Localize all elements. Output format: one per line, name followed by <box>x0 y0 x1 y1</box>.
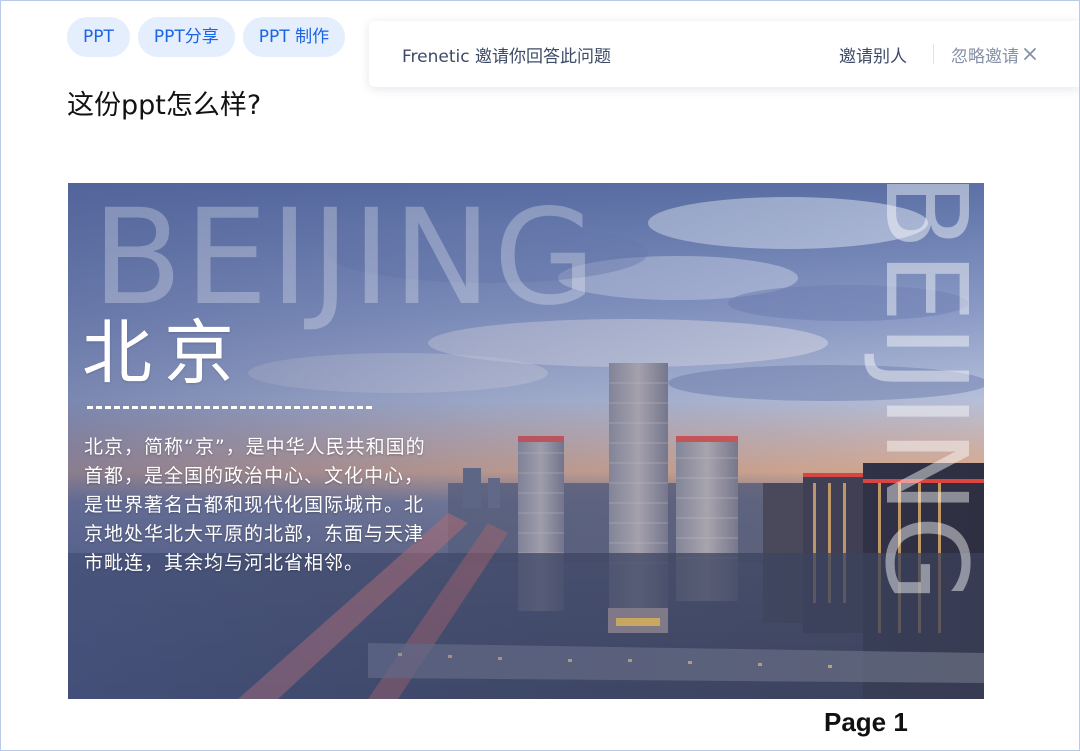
slide-description: 北京，简称“京”，是中华人民共和国的首都，是全国的政治中心、文化中心，是世界著名… <box>84 436 426 574</box>
slide-watermark-vertical-text: BEIJING <box>860 183 984 605</box>
slide-watermark-horizontal: BEIJING <box>92 183 598 335</box>
slide-title: 北京 <box>82 312 246 394</box>
ignore-invite-button[interactable]: 忽略邀请 <box>951 42 1037 67</box>
invite-others-button[interactable]: 邀请别人 <box>839 42 907 67</box>
slide-watermark-vertical: BEIJING <box>860 183 984 699</box>
ppt-slide-image[interactable]: BEIJING BEIJING 北京 北京，简称“京”，是中华人民共和国的首都，… <box>68 183 984 699</box>
topic-tag-ppt-share[interactable]: PPT分享 <box>137 17 235 57</box>
invite-bar: Frenetic 邀请你回答此问题 邀请别人 忽略邀请 <box>369 21 1079 87</box>
topic-tag-ppt[interactable]: PPT <box>67 17 130 57</box>
invite-divider <box>933 44 934 64</box>
invite-message: Frenetic 邀请你回答此问题 <box>402 46 611 67</box>
topic-tags: PPT PPT分享 PPT 制作 <box>67 17 346 57</box>
app-frame: PPT PPT分享 PPT 制作 这份ppt怎么样? Frenetic 邀请你回… <box>0 0 1080 751</box>
close-icon[interactable] <box>1023 47 1037 61</box>
question-title: 这份ppt怎么样? <box>67 90 262 121</box>
slide-dashed-divider <box>87 406 372 409</box>
page-label: Page 1 <box>824 707 908 737</box>
topic-tag-ppt-make[interactable]: PPT 制作 <box>242 17 346 57</box>
ignore-invite-label: 忽略邀请 <box>951 46 1019 67</box>
